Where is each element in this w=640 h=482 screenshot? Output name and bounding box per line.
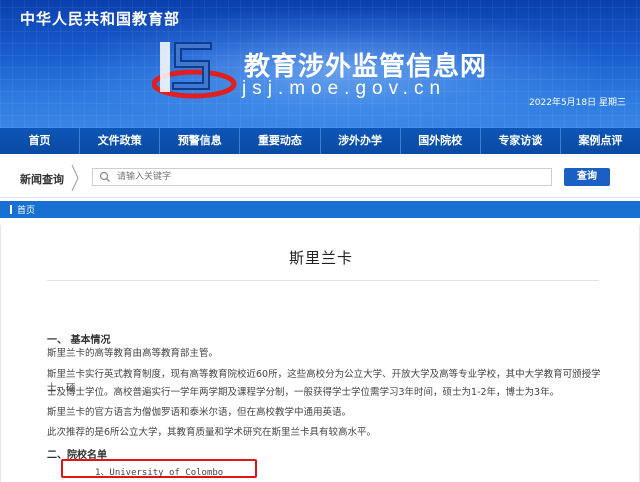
article-title: 斯里兰卡: [288, 249, 353, 267]
school-list-item[interactable]: 1、University of Colombo: [95, 465, 223, 478]
ministry-name[interactable]: 中华人民共和国教育部: [20, 8, 180, 29]
section-heading-basic-info: 一、 基本情况: [47, 335, 111, 346]
site-logo-icon[interactable]: [152, 38, 238, 102]
nav-policy-documents[interactable]: 文件政策: [80, 128, 161, 154]
paragraph-administration: 斯里兰卡的高等教育由高等教育部主管。: [47, 348, 219, 359]
breadcrumb-marker: [10, 205, 12, 214]
article-content: 斯里兰卡 一、 基本情况 斯里兰卡的高等教育由高等教育部主管。 斯里兰卡实行英式…: [0, 225, 640, 482]
search-input[interactable]: [117, 169, 547, 185]
news-search-bar: 新闻查询 查询: [0, 158, 640, 198]
nav-warnings[interactable]: 预警信息: [160, 128, 241, 154]
search-box: [92, 168, 552, 186]
paragraph-education-system-line2: 士及博士学位。高校普遍实行一学年两学期及课程学分制，一般获得学士学位需学习3年时…: [47, 387, 560, 398]
nav-case-reviews[interactable]: 案例点评: [561, 128, 640, 154]
nav-expert-interviews[interactable]: 专家访谈: [481, 128, 561, 154]
breadcrumb: 首页: [0, 201, 640, 218]
search-icon: [99, 171, 110, 182]
chevron-divider-icon: [71, 164, 79, 192]
current-date: 2022年5月18日 星期三: [529, 98, 626, 108]
nav-home[interactable]: 首页: [0, 128, 81, 154]
nav-foreign-education[interactable]: 涉外办学: [321, 128, 401, 154]
nav-foreign-institutions[interactable]: 国外院校: [401, 128, 481, 154]
site-domain: jsj.moe.gov.cn: [242, 78, 447, 99]
breadcrumb-home[interactable]: 首页: [17, 203, 35, 216]
paragraph-recommendation: 此次推荐的是6所公立大学，其教育质量和学术研究在斯里兰卡具有较高水平。: [47, 427, 377, 438]
main-nav: 首页 文件政策 预警信息 重要动态 涉外办学 国外院校 专家访谈 案例点评: [0, 128, 640, 154]
site-banner: 中华人民共和国教育部 教育涉外监管信息网 jsj.moe.gov.cn 2022…: [0, 0, 640, 128]
search-button[interactable]: 查询: [564, 168, 610, 186]
paragraph-languages: 斯里兰卡的官方语言为僧伽罗语和泰米尔语，但在高校教学中通用英语。: [47, 407, 352, 418]
nav-important-news[interactable]: 重要动态: [240, 128, 321, 154]
title-divider: [47, 280, 599, 281]
search-label: 新闻查询: [20, 173, 64, 186]
